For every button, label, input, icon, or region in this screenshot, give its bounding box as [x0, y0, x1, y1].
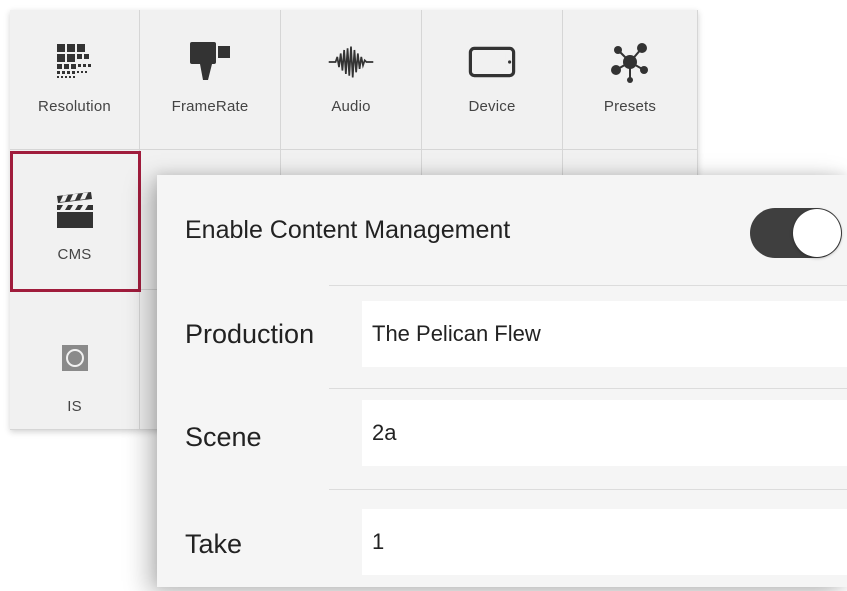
toggle-knob	[793, 209, 841, 257]
grid-item-label: Device	[468, 98, 516, 115]
divider	[329, 285, 847, 286]
clapperboard-icon	[51, 186, 99, 234]
grid-item-audio[interactable]: Audio	[281, 10, 422, 150]
grid-item-presets[interactable]: Presets	[563, 10, 698, 150]
film-camera-icon	[186, 38, 234, 86]
scene-row: Scene	[157, 390, 847, 490]
grid-item-label: CMS	[57, 246, 92, 263]
scene-input[interactable]	[362, 400, 847, 466]
divider	[329, 489, 847, 490]
enable-cms-row: Enable Content Management	[157, 175, 847, 285]
grid-item-device[interactable]: Device	[422, 10, 563, 150]
grid-item-is[interactable]: IS	[10, 290, 140, 430]
scene-label: Scene	[185, 422, 262, 452]
grid-item-label: Presets	[603, 98, 657, 115]
grid-item-resolution[interactable]: Resolution	[10, 10, 140, 150]
take-row: Take	[157, 491, 847, 591]
divider	[329, 388, 847, 389]
enable-cms-toggle[interactable]	[750, 208, 842, 258]
grid-item-framerate[interactable]: FrameRate	[140, 10, 281, 150]
take-label: Take	[185, 529, 243, 559]
grid-item-label: FrameRate	[171, 98, 249, 115]
production-input[interactable]	[362, 301, 847, 367]
grid-item-label: Audio	[331, 98, 371, 115]
resolution-grid-icon	[51, 38, 99, 86]
grid-item-cms[interactable]: CMS	[10, 150, 140, 290]
take-input[interactable]	[362, 509, 847, 575]
grid-item-label: IS	[67, 398, 82, 415]
cms-settings-panel: Enable Content Management Production Sce…	[157, 175, 847, 587]
grid-item-label: Resolution	[38, 98, 111, 115]
enable-cms-label: Enable Content Management	[185, 215, 511, 244]
phone-device-icon	[468, 38, 516, 86]
image-stabilization-icon	[51, 334, 99, 382]
audio-waveform-icon	[327, 38, 375, 86]
presets-molecule-icon	[606, 38, 654, 86]
production-row: Production	[157, 287, 847, 387]
production-label: Production	[185, 319, 315, 349]
